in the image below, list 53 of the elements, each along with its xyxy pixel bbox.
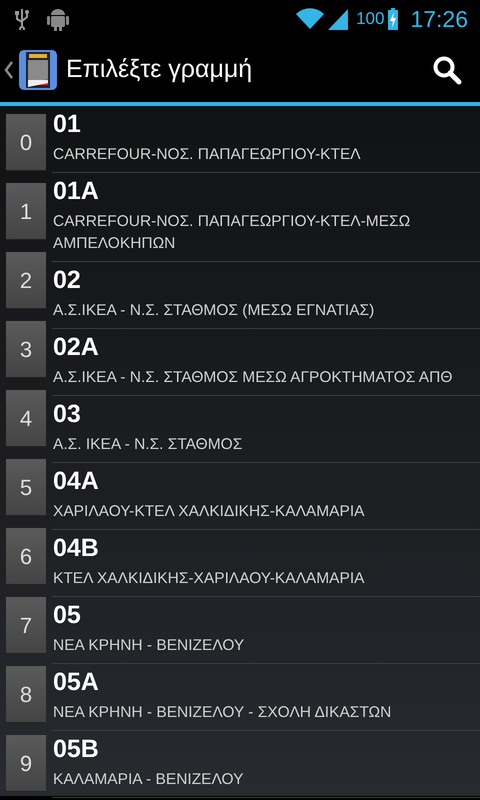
line-list-item[interactable]: 04A ΧΑΡΙΛΑΟΥ-ΚΤΕΛ ΧΑΛΚΙΔΙΚΗΣ-ΚΑΛΑΜΑΡΙΑ bbox=[52, 463, 480, 530]
route-name: Α.Σ.ΙΚΕΑ - Ν.Σ. ΣΤΑΘΜΟΣ (ΜΕΣΩ ΕΓΝΑΤΙΑΣ) bbox=[53, 301, 376, 321]
line-number: 02 bbox=[53, 265, 82, 296]
route-name: ΚΤΕΛ ΧΑΛΚΙΔΙΚΗΣ-ΧΑΡΙΛΑΟΥ-ΚΑΛΑΜΑΡΙΑ bbox=[53, 569, 366, 589]
index-key[interactable]: 3 bbox=[6, 321, 46, 377]
index-key[interactable]: 7 bbox=[6, 597, 46, 653]
line-list-item[interactable]: 04B ΚΤΕΛ ΧΑΛΚΙΔΙΚΗΣ-ΧΑΡΙΛΑΟΥ-ΚΑΛΑΜΑΡΙΑ bbox=[52, 530, 480, 597]
route-name: Α.Σ. ΙΚΕΑ - Ν.Σ. ΣΤΑΘΜΟΣ bbox=[53, 435, 244, 455]
line-number: 05 bbox=[53, 600, 82, 631]
battery-charging-icon bbox=[388, 8, 398, 30]
line-list-item[interactable]: 05B ΚΑΛΑΜΑΡΙΑ - ΒΕΝΙΖΕΛΟΥ bbox=[52, 731, 480, 798]
index-key[interactable]: 5 bbox=[6, 459, 46, 515]
line-number: 03 bbox=[53, 399, 82, 430]
route-name: CARREFOUR-ΝΟΣ. ΠΑΠΑΓΕΩΡΓΙΟΥ-ΚΤΕΛ bbox=[53, 145, 362, 165]
search-icon bbox=[432, 55, 462, 85]
robot-icon bbox=[46, 6, 70, 32]
line-list-item[interactable]: 05A ΝΕΑ ΚΡΗΝΗ - ΒΕΝΙΖΕΛΟΥ - ΣΧΟΛΗ ΔΙΚΑΣΤΩΝ bbox=[52, 664, 480, 731]
line-list-item[interactable]: 05 ΝΕΑ ΚΡΗΝΗ - ΒΕΝΙΖΕΛΟΥ bbox=[52, 597, 480, 664]
app-logo-icon bbox=[18, 49, 58, 91]
line-number: 05A bbox=[53, 667, 100, 698]
line-number: 02A bbox=[53, 332, 100, 363]
route-name: ΝΕΑ ΚΡΗΝΗ - ΒΕΝΙΖΕΛΟΥ bbox=[53, 636, 246, 656]
line-number: 05B bbox=[53, 734, 100, 765]
line-list-item[interactable]: 02A Α.Σ.ΙΚΕΑ - Ν.Σ. ΣΤΑΘΜΟΣ ΜΕΣΩ ΑΓΡΟΚΤΗΜΑΤΟΣ ΑΠΘ bbox=[52, 329, 480, 396]
route-name: ΚΑΛΑΜΑΡΙΑ - ΒΕΝΙΖΕΛΟΥ bbox=[53, 770, 244, 790]
line-list-item[interactable]: 03 Α.Σ. ΙΚΕΑ - Ν.Σ. ΣΤΑΘΜΟΣ bbox=[52, 396, 480, 463]
route-name: ΧΑΡΙΛΑΟΥ-ΚΤΕΛ ΧΑΛΚΙΔΙΚΗΣ-ΚΑΛΑΜΑΡΙΑ bbox=[53, 502, 366, 522]
battery-percent: 100 bbox=[356, 8, 384, 30]
route-name: ΝΕΑ ΚΡΗΝΗ - ΒΕΝΙΖΕΛΟΥ - ΣΧΟΛΗ ΔΙΚΑΣΤΩΝ bbox=[53, 703, 392, 723]
clock-time: 17:26 bbox=[410, 4, 468, 34]
index-key[interactable]: 9 bbox=[6, 735, 46, 791]
search-button[interactable] bbox=[432, 55, 462, 85]
line-list-item[interactable]: 01 CARREFOUR-ΝΟΣ. ΠΑΠΑΓΕΩΡΓΙΟΥ-ΚΤΕΛ bbox=[52, 106, 480, 173]
index-key[interactable]: 1 bbox=[6, 183, 46, 239]
line-list-item[interactable]: 02 Α.Σ.ΙΚΕΑ - Ν.Σ. ΣΤΑΘΜΟΣ (ΜΕΣΩ ΕΓΝΑΤΙΑΣ) bbox=[52, 262, 480, 329]
index-key[interactable]: 8 bbox=[6, 666, 46, 722]
signal-icon bbox=[328, 8, 348, 30]
index-key[interactable]: 4 bbox=[6, 390, 46, 446]
back-caret-icon bbox=[4, 60, 14, 80]
up-button[interactable] bbox=[4, 49, 58, 91]
index-key[interactable]: 0 bbox=[6, 114, 46, 170]
route-name: CARREFOUR-ΝΟΣ. ΠΑΠΑΓΕΩΡΓΙΟΥ-ΚΤΕΛ-ΜΕΣΩ ΑΜΠΕΛΟΚΗΠΩΝ bbox=[53, 212, 412, 254]
line-number: 01 bbox=[53, 109, 82, 140]
screen-title: Επιλέξτε γραμμή bbox=[66, 54, 252, 86]
index-key[interactable]: 6 bbox=[6, 528, 46, 584]
wifi-icon bbox=[296, 8, 324, 30]
route-name: Α.Σ.ΙΚΕΑ - Ν.Σ. ΣΤΑΘΜΟΣ ΜΕΣΩ ΑΓΡΟΚΤΗΜΑΤΟΣ ΑΠΘ bbox=[53, 368, 454, 388]
usb-icon bbox=[14, 8, 30, 30]
line-number: 04B bbox=[53, 533, 100, 564]
index-key[interactable]: 2 bbox=[6, 252, 46, 308]
line-list-item[interactable]: 01A CARREFOUR-ΝΟΣ. ΠΑΠΑΓΕΩΡΓΙΟΥ-ΚΤΕΛ-ΜΕΣΩ ΑΜΠΕΛΟΚΗΠΩΝ bbox=[52, 173, 480, 262]
line-number: 01A bbox=[53, 176, 100, 207]
line-number: 04A bbox=[53, 466, 100, 497]
